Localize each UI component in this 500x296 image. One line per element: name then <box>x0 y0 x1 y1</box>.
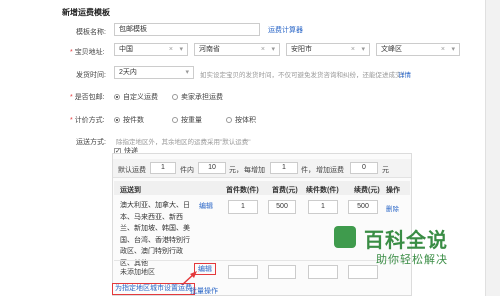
template-name-input[interactable]: 包邮模板 <box>114 23 260 36</box>
right-side-panel <box>485 0 500 296</box>
col-first-fee: 首费(元) <box>272 187 298 194</box>
col-add-fee: 续费(元) <box>354 187 380 194</box>
col-first-qty: 首件数(件) <box>226 187 259 194</box>
radio-icon <box>226 117 232 124</box>
ship-time-select[interactable]: 2天内 ▾ <box>114 66 194 79</box>
each-add-label: 每增加 <box>244 167 265 174</box>
row-1-delete-link[interactable]: 删除 <box>386 203 399 213</box>
row-1-first-qty[interactable]: 1 <box>228 200 258 214</box>
template-name-label: 模板名称: <box>76 29 106 36</box>
ship-time-detail-link[interactable]: 详情 <box>398 69 411 79</box>
freight-calculator-link[interactable]: 运费计算器 <box>268 25 303 35</box>
delivery-hint: 除指定地区外，其余地区的运费采用"默认运费" <box>116 139 251 146</box>
section-title: 新增运费模板 <box>62 8 110 17</box>
province-select[interactable]: 河南省 × ▾ <box>194 43 280 56</box>
watermark-subtitle: 助你轻松解决 <box>376 254 448 266</box>
row-2-region: 未添加地区 <box>120 269 155 276</box>
radio-icon <box>172 94 178 101</box>
default-unit-piece: 件内 <box>180 167 194 174</box>
ship-time-label: 发货时间: <box>76 72 106 79</box>
row-1-first-fee[interactable]: 500 <box>268 200 296 214</box>
default-unit-yuan-2: 元 <box>382 167 389 174</box>
pricing-option-volume[interactable]: 按体积 <box>226 115 256 125</box>
watermark-title: 百科全说 <box>364 230 448 252</box>
col-add-qty: 续件数(件) <box>306 187 339 194</box>
pricing-option-weight[interactable]: 按重量 <box>172 115 202 125</box>
radio-icon <box>114 117 120 124</box>
watermark-badge-icon <box>334 226 356 248</box>
default-first-fee-input[interactable]: 10 <box>198 162 226 174</box>
row-1-edit-link[interactable]: 编辑 <box>199 201 213 211</box>
default-first-qty-input[interactable]: 1 <box>150 162 176 174</box>
default-unit-yuan: 元， <box>229 167 243 174</box>
row-1-add-fee[interactable]: 500 <box>348 200 378 214</box>
country-select[interactable]: 中国 × ▾ <box>114 43 188 56</box>
add-fee-label: 增加运费 <box>316 167 344 174</box>
pricing-label: * 计价方式: <box>70 117 105 124</box>
row-2-first-fee[interactable] <box>268 265 296 279</box>
bulk-operation-link[interactable]: 批量操作 <box>190 286 218 296</box>
location-label: * 宝贝地址: <box>70 49 105 56</box>
default-add-fee-input[interactable]: 0 <box>350 162 378 174</box>
radio-icon <box>114 94 120 101</box>
radio-icon <box>172 117 178 124</box>
free-ship-option-seller[interactable]: 卖家承担运费 <box>172 92 223 102</box>
free-ship-label: * 是否包邮: <box>70 94 105 101</box>
delivery-label: 运送方式: <box>76 139 106 146</box>
pricing-option-piece[interactable]: 按件数 <box>114 115 144 125</box>
ship-time-hint: 如实设定宝贝的发货时间，不仅可避免发货咨询和纠纷，还能促进成交！ <box>200 72 408 79</box>
free-ship-option-custom[interactable]: 自定义运费 <box>114 92 158 102</box>
col-region: 运送到 <box>120 187 141 194</box>
row-1-region: 澳大利亚、加拿大、日本、马来西亚、新西兰、新加坡、韩国、美国、台湾、香港特别行政… <box>120 202 190 267</box>
default-fee-label: 默认运费 <box>118 167 146 174</box>
district-select[interactable]: 文峰区 × ▾ <box>376 43 460 56</box>
default-add-qty-input[interactable]: 1 <box>270 162 298 174</box>
row-2-first-qty[interactable] <box>228 265 258 279</box>
row-1-add-qty[interactable]: 1 <box>308 200 338 214</box>
city-select[interactable]: 安阳市 × ▾ <box>286 43 370 56</box>
default-unit-piece-2: 件， <box>301 167 315 174</box>
set-region-fee-link[interactable]: 为指定地区城市设置运费 <box>112 283 195 295</box>
col-action: 操作 <box>386 187 400 194</box>
watermark-logo: 百科全说 助你轻松解决 <box>334 224 474 268</box>
